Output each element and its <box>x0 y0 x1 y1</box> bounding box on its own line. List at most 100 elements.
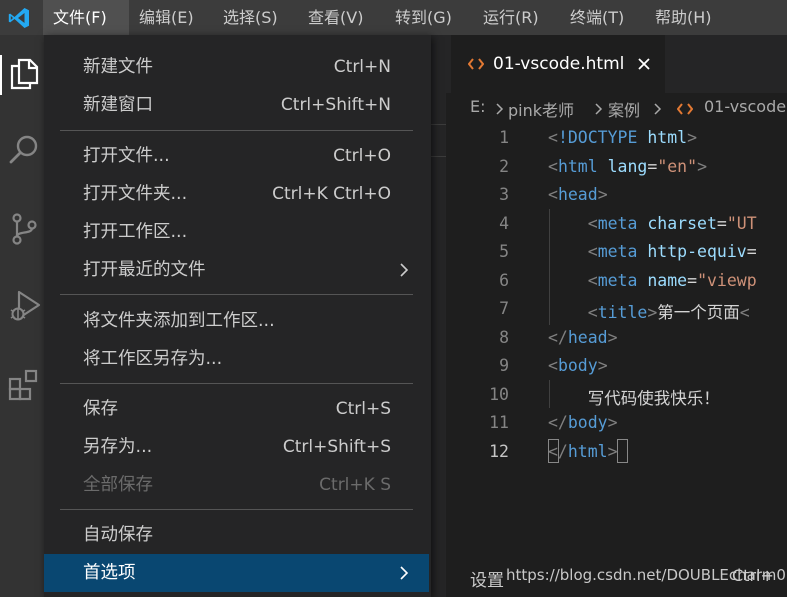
close-icon[interactable] <box>637 57 651 71</box>
html-file-icon <box>468 58 484 70</box>
code-token: name <box>647 270 688 290</box>
menu-go[interactable]: 转到(G) <box>385 0 462 35</box>
code-line[interactable]: <meta name="viewp <box>548 271 757 290</box>
menu-item-label: 新建窗口 <box>83 95 153 115</box>
menu-item-save-as[interactable]: 另存为... Ctrl+Shift+S <box>44 428 429 466</box>
breadcrumb: E: pink老师 案例 01-vscode <box>446 93 787 123</box>
sidebar-divider <box>431 124 446 125</box>
code-line[interactable]: </head> <box>548 328 618 347</box>
code-token: > <box>697 156 707 176</box>
chevron-right-icon <box>496 103 504 115</box>
watermark: https://blog.csdn.net/DOUBLEcharm01 <box>506 566 787 584</box>
menu-item-auto-save[interactable]: 自动保存 <box>44 516 429 554</box>
explorer-icon[interactable] <box>6 55 42 91</box>
search-icon[interactable] <box>6 132 42 168</box>
code-token: "en" <box>657 156 698 176</box>
code-token: meta <box>597 213 638 233</box>
code-line[interactable]: </body> <box>548 413 618 432</box>
code-line[interactable]: <!DOCTYPE html> <box>548 128 697 147</box>
code-line[interactable]: <meta charset="UT <box>548 214 757 233</box>
code-line[interactable]: <title>第一个页面< <box>548 299 750 323</box>
code-line[interactable]: <head> <box>548 185 608 204</box>
code-token: < <box>587 242 598 261</box>
menu-item-label: 另存为... <box>83 437 153 457</box>
line-number: 2 <box>499 156 509 176</box>
menu-view[interactable]: 查看(V) <box>298 0 373 35</box>
code-token: </ <box>548 327 568 347</box>
menu-terminal[interactable]: 终端(T) <box>560 0 634 35</box>
code-token: title <box>597 303 648 322</box>
extensions-icon[interactable] <box>6 367 42 403</box>
code-token: !DOCTYPE <box>557 128 638 147</box>
editor-tab[interactable]: 01-vscode.html <box>451 35 665 93</box>
menu-separator <box>60 294 413 295</box>
code-line[interactable]: <html lang="en"> <box>548 157 707 176</box>
line-number: 8 <box>499 327 509 347</box>
code-line[interactable]: <meta http-equiv= <box>548 242 757 261</box>
code-token: "viewp <box>697 270 757 290</box>
code-token: > <box>647 303 658 322</box>
line-number: 11 <box>489 413 509 432</box>
menu-item-save[interactable]: 保存 Ctrl+S <box>44 390 429 428</box>
menu-item-new-file[interactable]: 新建文件 Ctrl+N <box>44 48 429 86</box>
menu-item-label: 打开工作区... <box>83 222 188 242</box>
menu-help[interactable]: 帮助(H) <box>645 0 722 35</box>
code-token: html <box>647 128 688 147</box>
menu-item-label: 自动保存 <box>83 525 153 545</box>
menu-run[interactable]: 运行(R) <box>473 0 549 35</box>
menu-item-open-file[interactable]: 打开文件... Ctrl+O <box>44 137 429 175</box>
code-token: = <box>716 213 727 233</box>
line-number: 10 <box>489 384 509 404</box>
menu-item-open-workspace[interactable]: 打开工作区... <box>44 213 429 251</box>
menu-item-preferences[interactable]: 首选项 <box>44 554 429 592</box>
menu-separator <box>60 509 413 510</box>
code-token: = <box>746 242 757 261</box>
bracket-match-highlight <box>548 439 559 463</box>
menu-item-new-window[interactable]: 新建窗口 Ctrl+Shift+N <box>44 86 429 124</box>
tab-title: 01-vscode.html <box>493 54 625 74</box>
menu-item-label: 将文件夹添加到工作区... <box>83 311 275 331</box>
chevron-right-icon <box>595 103 603 115</box>
menu-item-shortcut: Ctrl+N <box>333 57 391 77</box>
breadcrumb-item[interactable]: 01-vscode <box>704 97 786 116</box>
source-control-icon[interactable] <box>6 211 42 247</box>
line-number: 1 <box>499 128 509 147</box>
line-number: 6 <box>499 270 509 290</box>
settings-label[interactable]: 设置 <box>470 566 504 591</box>
menu-item-label: 将工作区另存为... <box>83 349 223 369</box>
menu-item-shortcut: Ctrl+Shift+S <box>282 437 391 457</box>
breadcrumb-item[interactable]: E: <box>470 97 486 116</box>
chevron-right-icon <box>400 566 409 580</box>
menu-item-open-folder[interactable]: 打开文件夹... Ctrl+K Ctrl+O <box>44 175 429 213</box>
code-line[interactable]: <body> <box>548 356 608 375</box>
menu-item-add-folder-to-workspace[interactable]: 将文件夹添加到工作区... <box>44 302 429 340</box>
menu-item-save-workspace-as[interactable]: 将工作区另存为... <box>44 340 429 378</box>
menu-edit[interactable]: 编辑(E) <box>129 0 204 35</box>
menu-item-shortcut: Ctrl+K Ctrl+O <box>272 184 391 204</box>
menubar: 文件(F) 编辑(E) 选择(S) 查看(V) 转到(G) 运行(R) 终端(T… <box>0 0 787 35</box>
menu-separator <box>60 383 413 384</box>
menu-item-shortcut: Ctrl+S <box>335 399 391 419</box>
run-debug-icon[interactable] <box>6 288 42 324</box>
menu-file[interactable]: 文件(F) <box>43 0 129 35</box>
menu-selection[interactable]: 选择(S) <box>213 0 288 35</box>
line-number: 7 <box>499 299 509 318</box>
code-line[interactable]: 写代码使我快乐！ <box>548 385 720 409</box>
chevron-right-icon <box>400 263 409 277</box>
code-token: </ <box>548 413 568 432</box>
breadcrumb-item[interactable]: 案例 <box>608 97 640 121</box>
code-token: body <box>567 413 608 432</box>
breadcrumb-item[interactable]: pink老师 <box>508 97 574 121</box>
code-token: http-equiv <box>647 242 747 261</box>
code-token: = <box>647 156 658 176</box>
vscode-logo-icon[interactable] <box>7 6 31 30</box>
menu-item-open-recent[interactable]: 打开最近的文件 <box>44 251 429 289</box>
code-token: lang <box>607 156 648 176</box>
menu-item-label: 打开文件夹... <box>83 184 188 204</box>
code-token: "UT <box>726 213 757 233</box>
